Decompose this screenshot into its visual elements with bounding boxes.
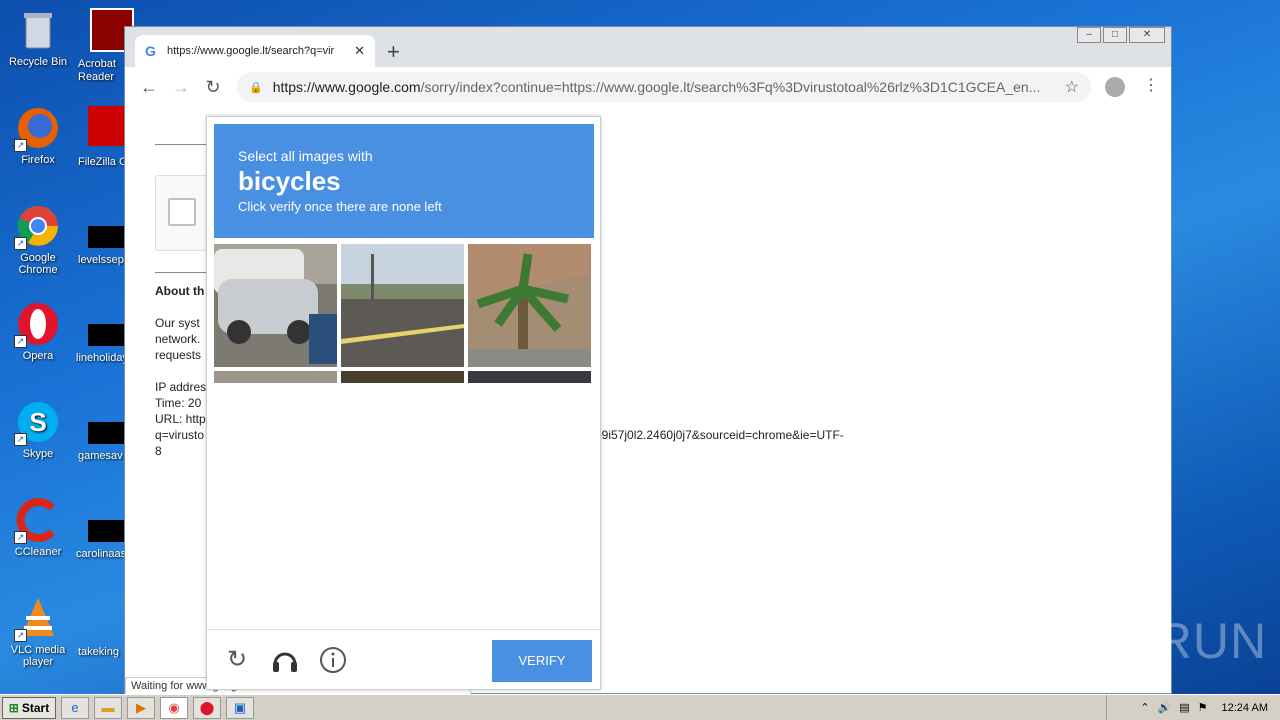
action-center-flag-icon[interactable]: ⚑	[1198, 701, 1208, 714]
desktop-icon-skype[interactable]: S ↗ Skype	[0, 400, 76, 460]
network-icon[interactable]: ▤	[1179, 701, 1189, 714]
desktop-icon-label: FileZilla Cl	[78, 156, 128, 168]
taskbar-chrome-icon[interactable]: ◉	[160, 696, 188, 719]
reload-button[interactable]: ↻	[197, 77, 229, 98]
desktop-icon-label: carolinaas	[76, 548, 126, 560]
back-button[interactable]: ←	[133, 77, 165, 98]
clock[interactable]: 12:24 AM	[1222, 702, 1268, 714]
captcha-footer: ↻ VERIFY	[207, 629, 600, 691]
recaptcha-checkbox[interactable]	[168, 198, 196, 226]
info-icon[interactable]	[319, 646, 347, 674]
desktop-icon-vlc[interactable]: ↗ VLC media player	[0, 596, 76, 668]
captcha-tile-3[interactable]	[468, 244, 591, 367]
recycle-bin-icon	[16, 8, 60, 52]
desktop-icon-label: lineholiday	[76, 352, 126, 364]
explanation-text: Our syst network. requests	[155, 316, 202, 362]
redacted-icon	[88, 422, 126, 444]
desktop-icon-opera[interactable]: ↗ Opera	[0, 302, 76, 362]
reload-challenge-icon[interactable]: ↻	[223, 646, 251, 674]
desktop-icon-recycle-bin[interactable]: Recycle Bin	[0, 8, 76, 68]
close-window-button[interactable]: ✕	[1129, 27, 1165, 43]
window-controls: ‒ □ ✕	[1075, 27, 1165, 43]
desktop-icon-label: takeking	[78, 646, 119, 658]
taskbar-ie-icon[interactable]: e	[61, 696, 89, 719]
redacted-icon	[88, 226, 126, 248]
desktop-icon-chrome[interactable]: ↗ Google Chrome	[0, 204, 76, 276]
new-tab-button[interactable]: +	[387, 39, 400, 65]
browser-toolbar: ← → ↻ 🔒 https://www.google.com/sorry/ind…	[125, 67, 1171, 107]
desktop-icon-label: Recycle Bin	[8, 56, 68, 68]
vlc-icon: ↗	[14, 596, 60, 642]
desktop-icon-label: Firefox	[21, 154, 55, 166]
taskbar-explorer-icon[interactable]: ▬	[94, 696, 122, 719]
redacted-icon	[88, 324, 126, 346]
captcha-header: Select all images with bicycles Click ve…	[214, 124, 594, 238]
show-hidden-icons-icon[interactable]: ⌃	[1140, 701, 1149, 714]
taskbar-opera-icon[interactable]: ⬤	[193, 696, 221, 719]
taskbar: ⊞ Start e ▬ ▶ ◉ ⬤ ▣ ⌃ 🔊 ▤ ⚑ 12:24 AM	[0, 694, 1280, 720]
lock-icon: 🔒	[249, 81, 263, 94]
system-tray: ⌃ 🔊 ▤ ⚑ 12:24 AM	[1106, 695, 1280, 720]
menu-kebab-icon[interactable]: ⋮	[1143, 75, 1159, 95]
desktop-icon-filezilla[interactable]	[88, 106, 124, 146]
captcha-tile-2[interactable]	[341, 244, 464, 367]
forward-button[interactable]: →	[165, 77, 197, 98]
start-button[interactable]: ⊞ Start	[2, 696, 56, 719]
profile-avatar[interactable]	[1105, 77, 1125, 97]
desktop-icon-label: VLC media player	[10, 644, 66, 668]
desktop-icon-label: CCleaner	[14, 546, 62, 558]
svg-text:S: S	[29, 407, 46, 437]
captcha-tile-4[interactable]	[214, 371, 337, 383]
bookmark-star-icon[interactable]: ☆	[1065, 77, 1079, 97]
minimize-button[interactable]: ‒	[1077, 27, 1101, 43]
ccleaner-icon: ↗	[14, 498, 60, 544]
browser-tab[interactable]: G https://www.google.lt/search?q=vir ✕	[135, 35, 375, 67]
desktop-icon-label: Google Chrome	[18, 252, 58, 276]
desktop-icon-label: levelssep	[78, 254, 124, 266]
audio-challenge-icon[interactable]	[271, 646, 299, 674]
request-info: IP addres Time: 20 URL: http q=virusto 8	[155, 380, 207, 458]
chrome-icon: ↗	[14, 204, 60, 250]
url-tail-text: 59i57j0l2.2460j0j7&sourceid=chrome&ie=UT…	[595, 428, 844, 442]
desktop-icon-label: Acrobat Reader	[78, 58, 116, 83]
opera-icon: ↗	[14, 302, 60, 348]
url-text: https://www.google.com/sorry/index?conti…	[272, 79, 1041, 95]
desktop-icon-label: Skype	[22, 448, 54, 460]
anyrun-watermark: ANY RUN	[1036, 613, 1268, 669]
taskbar-app-icon[interactable]: ▣	[226, 696, 254, 719]
captcha-keyword: bicycles	[238, 166, 341, 196]
captcha-instruction: Select all images with	[238, 148, 373, 164]
desktop-icon-firefox[interactable]: ↗ Firefox	[0, 106, 76, 166]
volume-icon[interactable]: 🔊	[1158, 701, 1172, 714]
desktop-icon-label: gamesav	[78, 450, 123, 462]
taskbar-media-player-icon[interactable]: ▶	[127, 696, 155, 719]
verify-button[interactable]: VERIFY	[492, 640, 592, 682]
firefox-icon: ↗	[14, 106, 60, 152]
captcha-tile-5[interactable]	[341, 371, 464, 383]
windows-logo-icon: ⊞	[8, 700, 19, 715]
maximize-button[interactable]: □	[1103, 27, 1127, 43]
tab-title: https://www.google.lt/search?q=vir	[167, 45, 335, 57]
captcha-tile-6[interactable]	[468, 371, 591, 383]
captcha-tile-1[interactable]	[214, 244, 337, 367]
redacted-icon	[88, 520, 126, 542]
close-tab-icon[interactable]: ✕	[354, 43, 365, 59]
desktop-icon-ccleaner[interactable]: ↗ CCleaner	[0, 498, 76, 558]
address-bar[interactable]: 🔒 https://www.google.com/sorry/index?con…	[237, 72, 1091, 102]
google-favicon-icon: G	[145, 43, 156, 59]
about-heading: About th	[155, 284, 205, 298]
skype-icon: S ↗	[14, 400, 60, 446]
captcha-hint: Click verify once there are none left	[238, 199, 442, 214]
desktop-icon-label: Opera	[22, 350, 54, 362]
captcha-challenge: Select all images with bicycles Click ve…	[206, 116, 601, 690]
